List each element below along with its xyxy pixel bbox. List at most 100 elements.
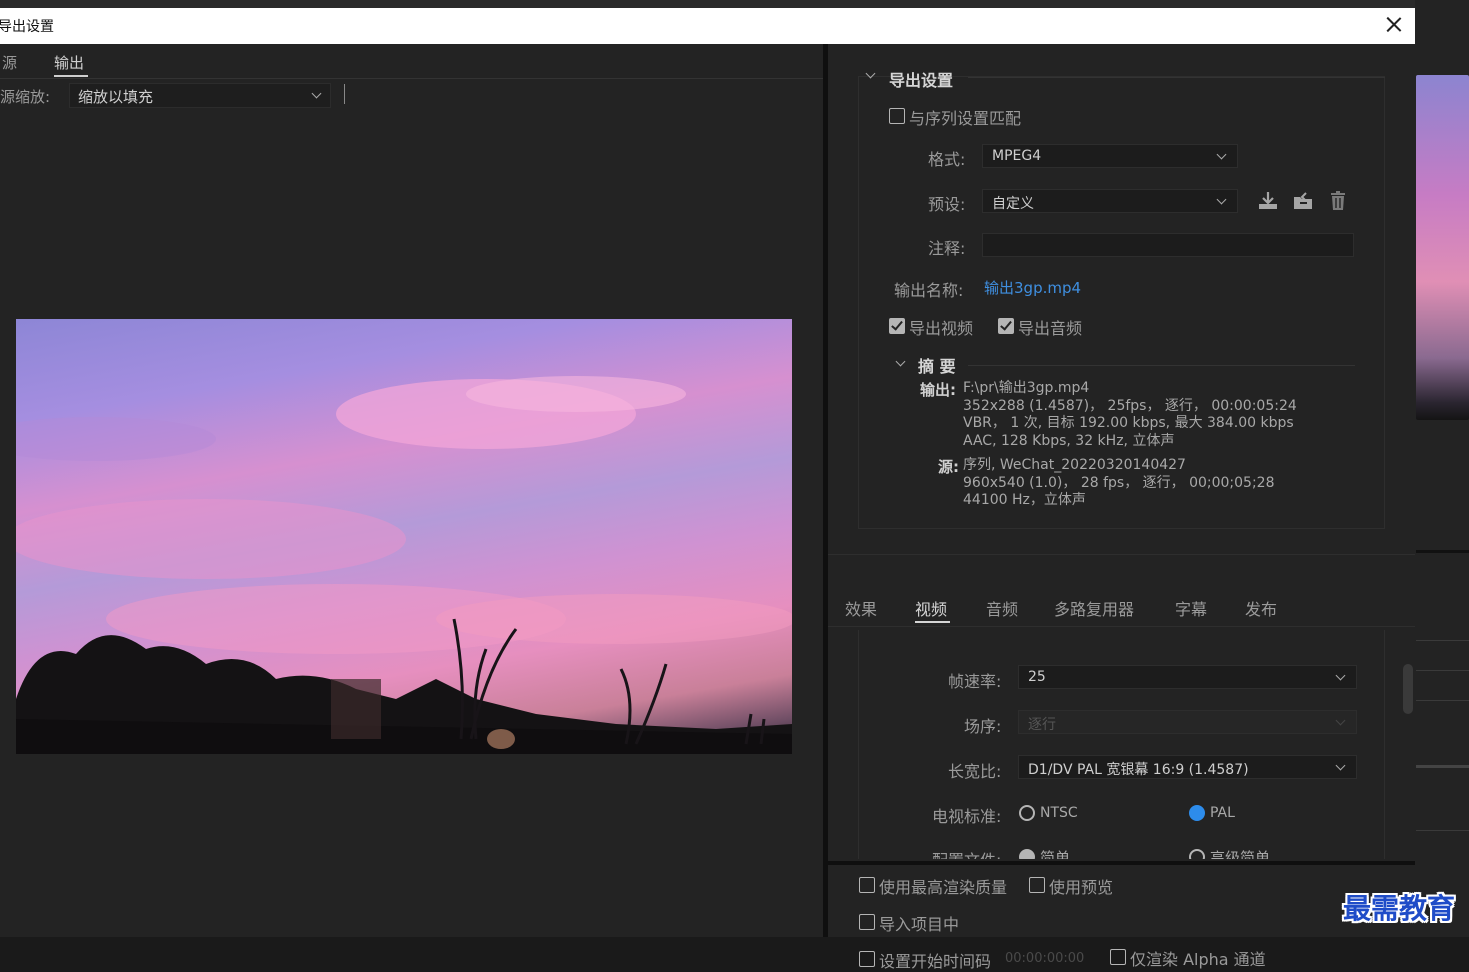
format-select[interactable]: MPEG4	[982, 144, 1238, 168]
source-scaling-label: 源缩放:	[0, 88, 51, 106]
settings-panel: 导出设置 与序列设置匹配 格式: MPEG4 预设: 自定义 注释: 输出名称:…	[828, 44, 1415, 971]
tv-standard-label: 电视标准:	[932, 807, 1002, 826]
close-icon[interactable]	[1383, 14, 1405, 36]
export-audio-label: 导出音频	[1018, 319, 1083, 338]
comment-label: 注释:	[928, 239, 966, 258]
tab-publish[interactable]: 发布	[1245, 596, 1277, 620]
summary-source-key: 源:	[938, 458, 959, 476]
scrollbar-thumb[interactable]	[1403, 664, 1413, 714]
frame-rate-value: 25	[1028, 669, 1046, 685]
import-into-project-checkbox[interactable]	[859, 914, 875, 930]
max-render-quality-checkbox[interactable]	[859, 877, 875, 893]
export-video-label: 导出视频	[909, 319, 974, 338]
save-preset-icon[interactable]	[1256, 189, 1280, 213]
source-scaling-value: 缩放以填充	[78, 88, 154, 106]
tab-video[interactable]: 视频	[915, 596, 947, 620]
background-divider	[1416, 640, 1469, 641]
divider	[828, 626, 1415, 627]
ntsc-radio[interactable]	[1019, 805, 1035, 821]
format-label: 格式:	[928, 150, 966, 169]
set-start-timecode-checkbox[interactable]	[859, 951, 875, 967]
alpha-only-label: 仅渲染 Alpha 通道	[1130, 950, 1266, 969]
alpha-only-checkbox[interactable]	[1110, 949, 1126, 965]
export-settings-dialog: 导出设置 源 输出 源缩放: 缩放以填充 导出设置 与序列设置匹配 格式: MP…	[0, 8, 1415, 971]
chevron-down-icon	[1335, 760, 1346, 771]
frame-rate-label: 帧速率:	[948, 672, 1002, 691]
background-video-thumbnail	[1416, 75, 1469, 420]
max-render-quality-label: 使用最高渲染质量	[879, 878, 1008, 897]
video-settings-scroll[interactable]: 帧速率: 25 场序: 逐行 长宽比: D1/DV PAL 宽银幕 16:9 (…	[828, 630, 1415, 859]
export-video-checkbox[interactable]	[889, 318, 905, 334]
start-timecode-value: 00:00:00:00	[1005, 951, 1085, 966]
summary-heading: 摘 要	[918, 357, 956, 376]
field-order-value: 逐行	[1028, 717, 1056, 733]
comment-field[interactable]	[982, 233, 1354, 257]
aspect-ratio-label: 长宽比:	[948, 762, 1002, 781]
video-preview-image	[16, 319, 792, 754]
pal-radio[interactable]	[1189, 805, 1205, 821]
summary-source-line: 序列, WeChat_20220320140427	[963, 457, 1186, 473]
background-divider	[1416, 550, 1469, 553]
set-start-timecode-label: 设置开始时间码	[879, 952, 992, 971]
profile-advanced-radio[interactable]	[1189, 849, 1205, 859]
delete-preset-icon[interactable]	[1326, 189, 1350, 213]
frame-rate-select[interactable]: 25	[1018, 665, 1357, 689]
tab-source[interactable]: 源	[2, 52, 17, 73]
summary-source-line: 44100 Hz，立体声	[963, 492, 1086, 508]
aspect-ratio-value: D1/DV PAL 宽银幕 16:9 (1.4587)	[1028, 762, 1249, 778]
divider	[828, 861, 1415, 865]
format-value: MPEG4	[992, 148, 1042, 164]
dialog-title: 导出设置	[0, 19, 54, 35]
active-tab-indicator	[915, 621, 950, 623]
profile-simple-radio[interactable]	[1019, 849, 1035, 859]
aspect-ratio-select[interactable]: D1/DV PAL 宽银幕 16:9 (1.4587)	[1018, 755, 1357, 779]
tab-captions[interactable]: 字幕	[1175, 596, 1207, 620]
tab-effects[interactable]: 效果	[845, 596, 877, 620]
active-tab-indicator	[54, 75, 88, 77]
tab-output[interactable]: 输出	[54, 52, 84, 73]
preset-select[interactable]: 自定义	[982, 189, 1238, 213]
divider	[968, 365, 1355, 366]
background-divider	[1416, 700, 1469, 701]
profile-advanced-label: 高级简单	[1210, 849, 1271, 859]
chevron-down-icon	[1216, 194, 1227, 205]
chevron-down-icon	[1335, 715, 1346, 726]
export-settings-heading: 导出设置	[889, 71, 954, 90]
pal-label: PAL	[1210, 805, 1235, 821]
output-name-link[interactable]: 输出3gp.mp4	[984, 277, 1081, 298]
toolbar-separator	[344, 84, 345, 104]
field-order-select: 逐行	[1018, 710, 1357, 734]
field-order-label: 场序:	[964, 717, 1002, 736]
summary-output-key: 输出:	[920, 381, 956, 399]
preview-panel: 源 输出 源缩放: 缩放以填充	[0, 44, 823, 937]
profile-label: 配置文件:	[932, 847, 1001, 859]
divider	[0, 78, 823, 79]
tab-audio[interactable]: 音频	[986, 596, 1018, 620]
dialog-titlebar: 导出设置	[0, 8, 1415, 44]
background-divider	[1416, 670, 1469, 671]
source-scaling-select[interactable]: 缩放以填充	[69, 83, 331, 108]
use-preview-checkbox[interactable]	[1029, 877, 1045, 893]
import-into-project-label: 导入项目中	[879, 915, 960, 934]
match-sequence-checkbox[interactable]	[889, 108, 905, 124]
tab-multiplexer[interactable]: 多路复用器	[1054, 596, 1134, 620]
chevron-down-icon	[311, 88, 322, 99]
divider	[828, 554, 1415, 555]
profile-simple-label: 简单	[1040, 849, 1071, 859]
ntsc-label: NTSC	[1040, 805, 1078, 821]
watermark-logo: 最需教育	[1343, 892, 1456, 925]
export-audio-checkbox[interactable]	[998, 318, 1014, 334]
background-divider	[1416, 765, 1469, 768]
sunset-preview-graphic	[16, 376, 792, 754]
chevron-down-icon	[1216, 149, 1227, 160]
summary-output-line: F:\pr\输出3gp.mp4	[963, 380, 1090, 396]
chevron-down-icon	[1335, 670, 1346, 681]
background-divider	[1416, 830, 1469, 831]
summary-output-line: 352x288 (1.4587)， 25fps， 逐行， 00:00:05:24	[963, 397, 1297, 414]
import-preset-icon[interactable]	[1291, 189, 1315, 213]
summary-source-line: 960x540 (1.0)， 28 fps， 逐行， 00;00;05;28	[963, 474, 1275, 491]
preset-value: 自定义	[992, 196, 1034, 212]
background-app-bar	[0, 0, 1469, 8]
use-preview-label: 使用预览	[1049, 878, 1114, 897]
summary-output-line: VBR， 1 次, 目标 192.00 kbps, 最大 384.00 kbps	[963, 415, 1294, 431]
